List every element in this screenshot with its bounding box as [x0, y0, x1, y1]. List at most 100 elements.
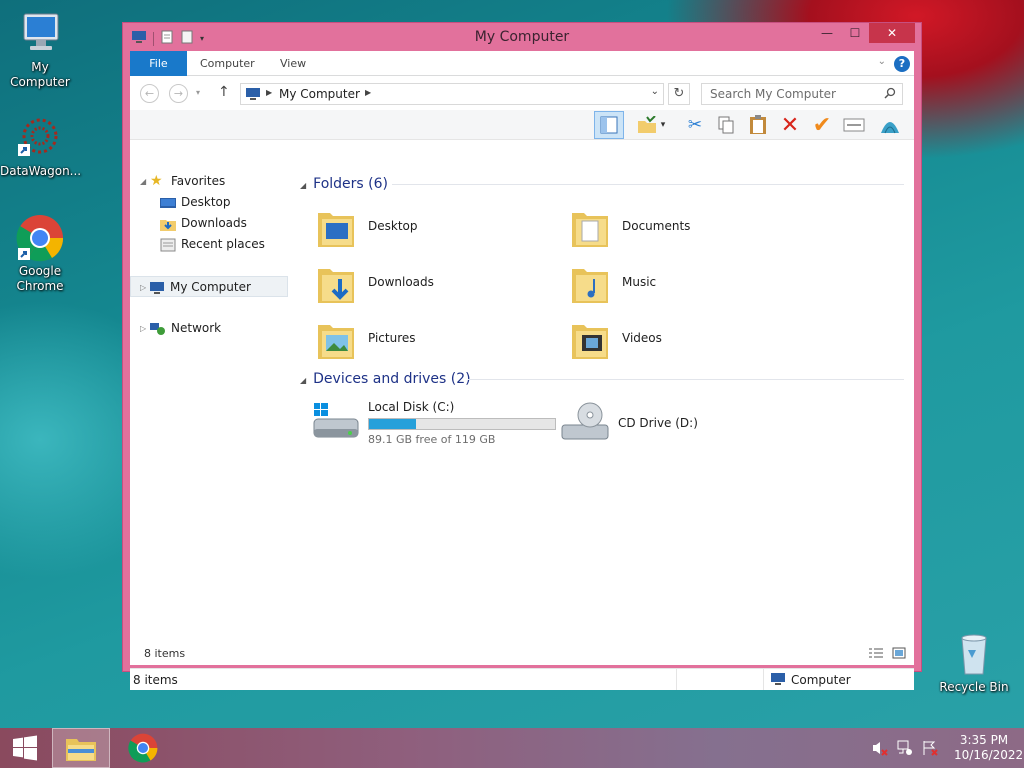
rename-icon[interactable] — [842, 113, 866, 137]
folder-label: Desktop — [368, 219, 418, 233]
clock[interactable]: 3:35 PM 10/16/2022 — [954, 733, 1023, 763]
nav-recent-places[interactable]: Recent places — [130, 234, 288, 255]
devices-group-header[interactable]: ◢ Devices and drives (2) — [300, 369, 471, 389]
desktop-icon-datawagon[interactable]: DataWagon... — [0, 114, 82, 179]
taskbar-chrome[interactable] — [114, 728, 172, 768]
desktop-icon-label: My Computer — [10, 60, 70, 89]
chrome-icon — [128, 733, 158, 763]
tab-file[interactable]: File — [130, 51, 187, 76]
expand-arrow-icon[interactable]: ▷ — [140, 318, 146, 339]
nav-network-label: Network — [171, 321, 222, 335]
cd-drive-icon — [561, 402, 609, 440]
ribbon-tabs: File Computer View ⌄ ? — [130, 51, 914, 76]
preview-pane-button[interactable] — [594, 111, 624, 139]
drive-cd-d[interactable]: CD Drive (D:) — [556, 395, 796, 453]
delete-icon[interactable]: ✕ — [778, 113, 802, 138]
nav-recent-places-label: Recent places — [181, 237, 265, 251]
navigation-pane: ◢ ★ Favorites Desktop Downloads Recent p… — [130, 171, 290, 611]
recent-places-icon — [160, 238, 176, 252]
network-status-icon[interactable] — [897, 740, 913, 759]
documents-folder-icon — [572, 213, 608, 247]
action-center-icon[interactable] — [922, 740, 938, 759]
search-box[interactable] — [701, 83, 903, 105]
taskbar-file-explorer[interactable] — [52, 728, 110, 768]
start-button[interactable] — [0, 728, 50, 768]
close-button[interactable]: ✕ — [869, 23, 915, 43]
disk-usage-bar — [368, 418, 556, 430]
search-icon[interactable] — [884, 87, 896, 102]
folder-documents[interactable]: Documents — [556, 201, 796, 253]
volume-muted-icon[interactable] — [872, 740, 888, 759]
minimize-button[interactable]: — — [813, 23, 841, 43]
status-computer-icon — [770, 672, 786, 689]
address-dropdown-icon[interactable]: ⌄ — [651, 86, 659, 97]
folder-downloads[interactable]: Downloads — [302, 257, 542, 309]
recycle-bin-icon — [950, 630, 998, 678]
checkmark-icon[interactable]: ✔ — [810, 113, 834, 138]
folder-videos[interactable]: Videos — [556, 313, 796, 365]
desktop-icon-my-computer[interactable]: My Computer — [0, 10, 80, 90]
tab-view[interactable]: View — [268, 51, 318, 76]
recent-locations-icon[interactable]: ▾ — [196, 88, 200, 97]
select-folder-icon[interactable] — [635, 113, 659, 137]
nav-downloads[interactable]: Downloads — [130, 213, 288, 234]
desktop-icon-recycle-bin[interactable]: Recycle Bin — [934, 630, 1014, 695]
folder-pictures[interactable]: Pictures — [302, 313, 542, 365]
forward-button[interactable]: → — [169, 84, 188, 103]
drive-local-disk-c[interactable]: Local Disk (C:) 89.1 GB free of 119 GB — [302, 395, 556, 453]
status-divider — [676, 669, 677, 690]
drive-label: CD Drive (D:) — [618, 416, 698, 430]
nav-my-computer-label: My Computer — [170, 280, 251, 294]
window-controls: — ☐ ✕ — [813, 23, 915, 43]
address-bar[interactable]: ▶ My Computer ▶ ⌄ — [240, 83, 664, 105]
videos-folder-icon — [572, 325, 608, 359]
music-folder-icon — [572, 269, 608, 303]
toolbar: ▾ ✂ ✕ ✔ — [130, 110, 914, 140]
nav-my-computer[interactable]: ▷ My Computer — [130, 276, 288, 297]
tab-computer[interactable]: Computer — [188, 51, 267, 76]
folders-group-header[interactable]: ◢ Folders (6) — [300, 174, 388, 194]
nav-network[interactable]: ▷ Network — [130, 318, 288, 339]
nav-desktop[interactable]: Desktop — [130, 192, 288, 213]
breadcrumb-chevron-icon[interactable]: ▶ — [266, 88, 272, 97]
pictures-folder-icon — [318, 325, 354, 359]
back-button[interactable]: ← — [140, 84, 159, 103]
refresh-button[interactable]: ↻ — [668, 83, 690, 105]
shell-icon[interactable] — [878, 113, 902, 137]
desktop-icon-google-chrome[interactable]: Google Chrome — [0, 214, 80, 294]
desktop-icon-label: DataWagon... — [0, 164, 82, 178]
status-divider — [763, 669, 764, 690]
nav-downloads-label: Downloads — [181, 216, 247, 230]
title-bar[interactable]: ▾ My Computer — ☐ ✕ — [123, 23, 921, 51]
item-count: 8 items — [144, 647, 186, 660]
details-view-icon[interactable] — [868, 647, 884, 662]
up-button[interactable]: ↑ — [218, 84, 230, 100]
paste-icon[interactable] — [746, 113, 770, 137]
datawagon-icon — [16, 114, 64, 162]
collapse-arrow-icon[interactable]: ◢ — [140, 171, 146, 192]
help-button[interactable]: ? — [894, 56, 910, 72]
search-input[interactable] — [710, 87, 880, 101]
folder-music[interactable]: Music — [556, 257, 796, 309]
collapse-arrow-icon: ◢ — [300, 181, 307, 190]
star-icon: ★ — [150, 173, 163, 189]
taskbar: 3:35 PM 10/16/2022 — [0, 728, 1024, 768]
nav-desktop-label: Desktop — [181, 195, 231, 209]
folder-label: Documents — [622, 219, 691, 233]
layout-dropdown-icon[interactable]: ▾ — [657, 113, 669, 137]
breadcrumb-chevron-icon[interactable]: ▶ — [365, 88, 371, 97]
clock-time: 3:35 PM — [959, 733, 1009, 747]
breadcrumb[interactable]: My Computer — [279, 87, 360, 101]
folder-desktop[interactable]: Desktop — [302, 201, 542, 253]
maximize-button[interactable]: ☐ — [841, 23, 869, 43]
copy-icon[interactable] — [714, 113, 738, 137]
folder-label: Downloads — [368, 275, 434, 289]
expand-ribbon-icon[interactable]: ⌄ — [878, 56, 886, 67]
cut-icon[interactable]: ✂ — [683, 113, 707, 137]
collapse-arrow-icon: ◢ — [300, 376, 307, 385]
expand-arrow-icon[interactable]: ▷ — [140, 277, 146, 298]
nav-favorites[interactable]: ◢ ★ Favorites — [130, 171, 288, 192]
desktop-folder-icon — [318, 213, 354, 247]
large-icons-view-icon[interactable] — [892, 647, 906, 662]
window-title: My Computer — [474, 29, 570, 45]
